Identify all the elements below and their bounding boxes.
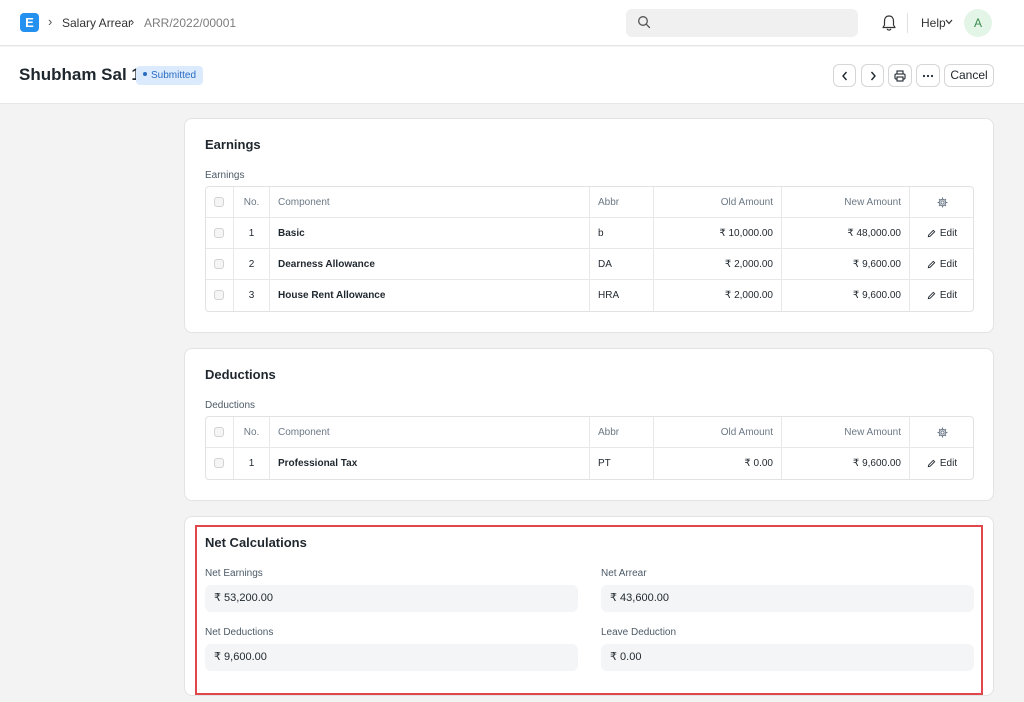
row-edit-button[interactable]: Edit <box>910 280 973 311</box>
chevron-right-icon: › <box>48 14 53 29</box>
page-title: Shubham Sal 1 <box>19 65 141 84</box>
row-new-amount[interactable]: ₹ 9,600.00 <box>782 280 910 311</box>
row-checkbox[interactable] <box>214 290 224 300</box>
row-abbr[interactable]: DA <box>590 249 654 280</box>
table-header-row: No. Component Abbr Old Amount New Amount <box>206 187 973 218</box>
search-input[interactable] <box>656 11 852 35</box>
breadcrumb-salary-arrear[interactable]: Salary Arrear <box>62 16 132 30</box>
column-settings-cell[interactable] <box>910 417 973 448</box>
cancel-button[interactable]: Cancel <box>944 64 994 87</box>
column-header-abbr: Abbr <box>590 417 654 448</box>
row-checkbox[interactable] <box>214 458 224 468</box>
column-header-component: Component <box>270 417 590 448</box>
row-new-amount[interactable]: ₹ 9,600.00 <box>782 249 910 280</box>
row-component[interactable]: House Rent Allowance <box>270 280 590 311</box>
pencil-icon <box>927 459 936 468</box>
row-component[interactable]: Basic <box>270 218 590 249</box>
row-checkbox[interactable] <box>214 259 224 269</box>
pencil-icon <box>927 229 936 238</box>
table-row[interactable]: 1 Professional Tax PT ₹ 0.00 ₹ 9,600.00 … <box>206 448 973 479</box>
row-edit-button[interactable]: Edit <box>910 218 973 249</box>
breadcrumb-document[interactable]: ARR/2022/00001 <box>144 16 236 30</box>
row-new-amount[interactable]: ₹ 48,000.00 <box>782 218 910 249</box>
chevron-right-icon: › <box>130 14 135 29</box>
row-component[interactable]: Dearness Allowance <box>270 249 590 280</box>
avatar[interactable]: A <box>964 9 992 37</box>
edit-label: Edit <box>939 259 958 270</box>
deductions-table: No. Component Abbr Old Amount New Amount… <box>205 416 974 480</box>
column-header-component: Component <box>270 187 590 218</box>
ellipsis-icon <box>922 74 934 77</box>
nav-divider <box>907 13 908 33</box>
app-logo[interactable]: E <box>20 13 39 32</box>
column-header-abbr: Abbr <box>590 187 654 218</box>
column-header-new-amount: New Amount <box>782 417 910 448</box>
row-abbr[interactable]: b <box>590 218 654 249</box>
notification-bell-icon[interactable] <box>881 14 897 32</box>
row-select-cell <box>206 249 234 280</box>
print-button[interactable] <box>888 64 912 87</box>
chevron-left-icon <box>841 71 847 80</box>
pencil-icon <box>927 291 936 300</box>
row-abbr[interactable]: HRA <box>590 280 654 311</box>
row-old-amount[interactable]: ₹ 0.00 <box>654 448 782 479</box>
row-select-cell <box>206 448 234 479</box>
earnings-section-title: Earnings <box>205 137 261 152</box>
earnings-table-label: Earnings <box>205 170 245 181</box>
deductions-section-title: Deductions <box>205 367 276 382</box>
row-checkbox[interactable] <box>214 228 224 238</box>
select-all-cell <box>206 187 234 218</box>
row-no: 3 <box>234 280 270 311</box>
row-edit-button[interactable]: Edit <box>910 448 973 479</box>
page-header: Shubham Sal 1 Submitted Cancel <box>0 47 1024 104</box>
row-old-amount[interactable]: ₹ 2,000.00 <box>654 280 782 311</box>
column-header-no: No. <box>234 187 270 218</box>
earnings-card: Earnings Earnings No. Component Abbr Old… <box>184 118 994 333</box>
search-icon <box>638 16 651 29</box>
row-select-cell <box>206 280 234 311</box>
deductions-card: Deductions Deductions No. Component Abbr… <box>184 348 994 501</box>
select-all-checkbox[interactable] <box>214 197 224 207</box>
table-row[interactable]: 2 Dearness Allowance DA ₹ 2,000.00 ₹ 9,6… <box>206 249 973 280</box>
printer-icon <box>894 69 906 82</box>
select-all-checkbox[interactable] <box>214 427 224 437</box>
gear-icon[interactable] <box>936 427 948 438</box>
table-header-row: No. Component Abbr Old Amount New Amount <box>206 417 973 448</box>
column-header-old-amount: Old Amount <box>654 187 782 218</box>
highlight-box <box>195 525 983 695</box>
row-no: 2 <box>234 249 270 280</box>
row-new-amount[interactable]: ₹ 9,600.00 <box>782 448 910 479</box>
column-header-new-amount: New Amount <box>782 187 910 218</box>
earnings-table: No. Component Abbr Old Amount New Amount… <box>205 186 974 312</box>
previous-button[interactable] <box>833 64 856 87</box>
row-old-amount[interactable]: ₹ 2,000.00 <box>654 249 782 280</box>
row-select-cell <box>206 218 234 249</box>
column-header-no: No. <box>234 417 270 448</box>
row-no: 1 <box>234 218 270 249</box>
status-badge: Submitted <box>136 66 204 85</box>
more-options-button[interactable] <box>916 64 940 87</box>
navbar: E › Salary Arrear › ARR/2022/00001 Help … <box>0 0 1024 46</box>
select-all-cell <box>206 417 234 448</box>
row-edit-button[interactable]: Edit <box>910 249 973 280</box>
column-header-old-amount: Old Amount <box>654 417 782 448</box>
gear-icon[interactable] <box>936 197 948 208</box>
column-settings-cell[interactable] <box>910 187 973 218</box>
status-badge-label: Submitted <box>151 70 197 81</box>
table-row[interactable]: 3 House Rent Allowance HRA ₹ 2,000.00 ₹ … <box>206 280 973 311</box>
table-row[interactable]: 1 Basic b ₹ 10,000.00 ₹ 48,000.00 Edit <box>206 218 973 249</box>
chevron-right-icon <box>870 71 876 80</box>
row-component[interactable]: Professional Tax <box>270 448 590 479</box>
edit-label: Edit <box>939 290 958 301</box>
chevron-down-icon[interactable] <box>945 19 953 25</box>
row-abbr[interactable]: PT <box>590 448 654 479</box>
row-old-amount[interactable]: ₹ 10,000.00 <box>654 218 782 249</box>
edit-label: Edit <box>939 458 958 469</box>
pencil-icon <box>927 260 936 269</box>
next-button[interactable] <box>861 64 884 87</box>
help-menu[interactable]: Help <box>921 16 946 30</box>
deductions-table-label: Deductions <box>205 400 256 411</box>
row-no: 1 <box>234 448 270 479</box>
edit-label: Edit <box>939 228 958 239</box>
